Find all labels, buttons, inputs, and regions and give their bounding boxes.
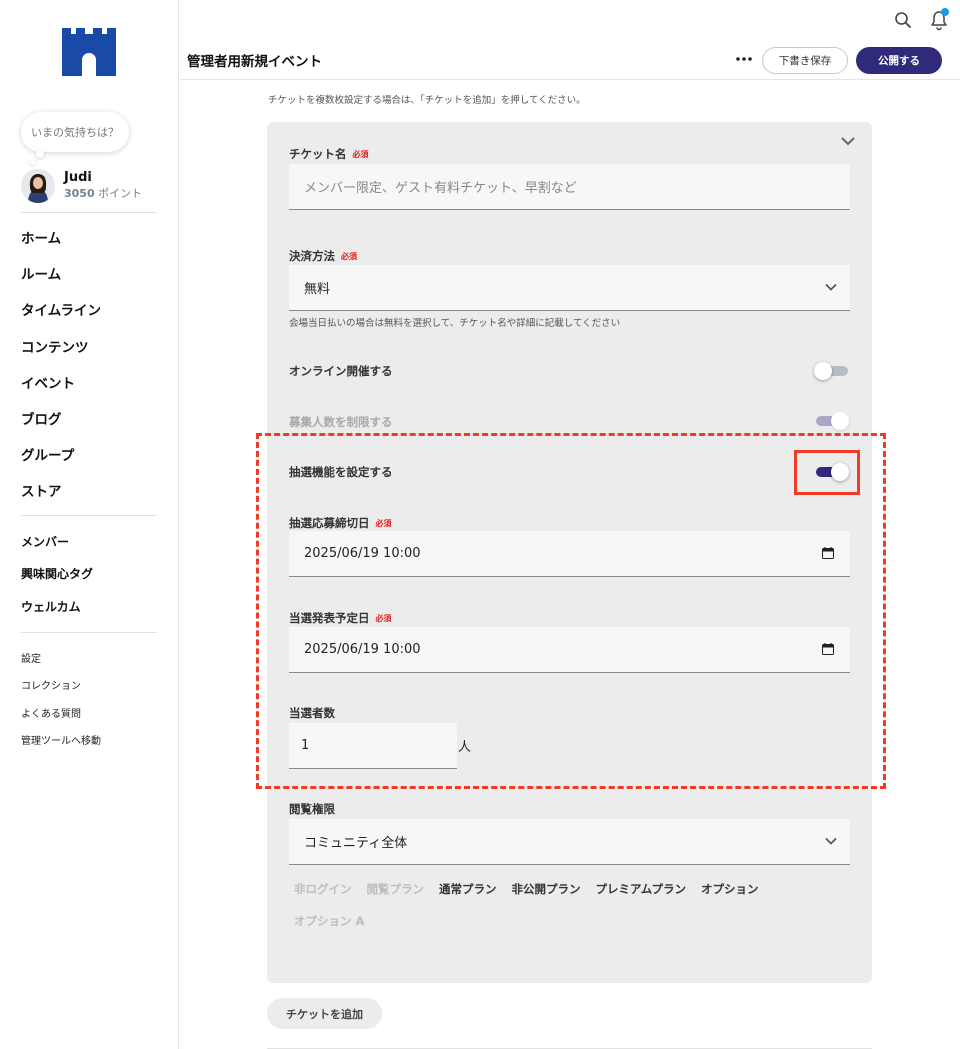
plan-chip-private[interactable]: 非公開プラン — [507, 877, 586, 901]
announce-date-label-text: 当選発表予定日 — [289, 611, 370, 625]
nav-item-room[interactable]: ルーム — [21, 255, 101, 291]
winners-count-unit: 人 — [458, 740, 472, 755]
chevron-down-icon[interactable] — [839, 132, 857, 150]
online-event-toggle[interactable] — [814, 361, 850, 381]
search-icon[interactable] — [893, 10, 913, 30]
calendar-icon[interactable] — [822, 547, 834, 559]
lottery-deadline-label: 抽選応募締切日 必須 — [289, 515, 392, 531]
top-header: 管理者用新規イベント 下書き保存 公開する — [180, 0, 960, 80]
lottery-deadline-label-text: 抽選応募締切日 — [289, 516, 370, 530]
nav-item-admin-tools[interactable]: 管理ツールへ移動 — [21, 726, 101, 753]
secondary-nav: メンバー 興味関心タグ ウェルカム — [21, 525, 93, 623]
payment-method-select[interactable]: 無料 — [289, 265, 850, 311]
chevron-down-icon — [825, 837, 837, 845]
winners-count-label-text: 当選者数 — [289, 706, 335, 720]
chevron-down-icon — [825, 283, 837, 291]
divider — [21, 212, 157, 213]
add-ticket-button[interactable]: チケットを追加 — [267, 998, 382, 1029]
winners-count-value: 1 — [301, 738, 310, 753]
payment-method-value: 無料 — [304, 282, 331, 297]
points-value: 3050 — [64, 187, 95, 200]
divider — [21, 515, 157, 516]
lottery-deadline-value: 2025/06/19 10:00 — [304, 546, 421, 561]
payment-method-label: 決済方法 必須 — [289, 248, 357, 264]
lottery-deadline-input[interactable]: 2025/06/19 10:00 — [289, 531, 850, 577]
limit-capacity-toggle[interactable] — [814, 411, 850, 431]
nav-item-events[interactable]: イベント — [21, 364, 101, 400]
nav-item-group[interactable]: グループ — [21, 436, 101, 472]
mood-prompt-bubble[interactable]: いまの気持ちは？ — [21, 112, 129, 152]
nav-item-members[interactable]: メンバー — [21, 525, 93, 558]
ticket-name-label-text: チケット名 — [289, 147, 347, 161]
payment-method-label-text: 決済方法 — [289, 249, 335, 263]
plan-chip-view[interactable]: 閲覧プラン — [362, 877, 430, 901]
avatar — [21, 169, 55, 203]
toggle-knob — [831, 412, 849, 430]
nav-item-timeline[interactable]: タイムライン — [21, 291, 101, 327]
required-tag: 必須 — [375, 518, 392, 528]
avatar-portrait-icon — [21, 169, 55, 203]
plan-chip-non-login[interactable]: 非ログイン — [289, 877, 357, 901]
nav-item-store[interactable]: ストア — [21, 472, 101, 508]
online-event-label: オンライン開催する — [289, 364, 393, 378]
main-nav: ホーム ルーム タイムライン コンテンツ イベント ブログ グループ ストア — [21, 219, 101, 509]
divider — [21, 632, 157, 633]
winners-count-label: 当選者数 — [289, 705, 335, 721]
save-draft-button[interactable]: 下書き保存 — [762, 47, 848, 74]
required-tag: 必須 — [341, 251, 357, 261]
limit-capacity-label: 募集人数を制限する — [289, 415, 393, 429]
lottery-toggle[interactable] — [814, 462, 850, 482]
nav-item-blog[interactable]: ブログ — [21, 400, 101, 436]
nav-item-contents[interactable]: コンテンツ — [21, 328, 101, 364]
bubble-tail — [36, 150, 44, 158]
mood-prompt-text: いまの気持ちは？ — [31, 126, 119, 139]
visibility-select[interactable]: コミュニティ全体 — [289, 819, 850, 865]
sidebar: いまの気持ちは？ Judi 3050 ポイント ホーム ルーム タイムライン コ… — [0, 0, 179, 1049]
page-title: 管理者用新規イベント — [187, 54, 322, 70]
visibility-label-text: 閲覧権限 — [289, 802, 335, 816]
nav-item-settings[interactable]: 設定 — [21, 644, 101, 671]
notification-dot — [941, 8, 949, 16]
announce-date-input[interactable]: 2025/06/19 10:00 — [289, 627, 850, 673]
nav-item-home[interactable]: ホーム — [21, 219, 101, 255]
calendar-icon[interactable] — [822, 643, 834, 655]
announce-date-value: 2025/06/19 10:00 — [304, 642, 421, 657]
winners-count-input[interactable]: 1 — [289, 723, 457, 769]
ticket-name-label: チケット名 必須 — [289, 146, 369, 162]
nav-item-collection[interactable]: コレクション — [21, 671, 101, 698]
utility-nav: 設定 コレクション よくある質問 管理ツールへ移動 — [21, 644, 101, 753]
ticket-name-input[interactable]: メンバー限定、ゲスト有料チケット、早割など — [289, 164, 850, 210]
lottery-label: 抽選機能を設定する — [289, 465, 393, 479]
castle-logo-icon[interactable] — [62, 28, 116, 76]
plan-chip-standard[interactable]: 通常プラン — [434, 877, 502, 901]
toggle-knob — [831, 463, 849, 481]
plan-chip-premium[interactable]: プレミアムプラン — [591, 877, 692, 901]
required-tag: 必須 — [375, 613, 392, 623]
required-tag: 必須 — [352, 149, 369, 159]
ellipsis-icon — [736, 57, 752, 61]
visibility-value: コミュニティ全体 — [304, 836, 408, 851]
multi-ticket-hint: チケットを複数枚設定する場合は、「チケットを追加」を押してください。 — [268, 95, 586, 106]
payment-method-hint: 会場当日払いの場合は無料を選択して、チケット名や詳細に記載してください — [289, 318, 621, 329]
user-name: Judi — [64, 170, 92, 185]
visibility-label: 閲覧権限 — [289, 801, 335, 817]
toggle-knob — [814, 362, 832, 380]
points-unit: ポイント — [98, 187, 143, 200]
announce-date-label: 当選発表予定日 必須 — [289, 610, 392, 626]
user-points: 3050 ポイント — [64, 186, 142, 202]
bubble-tail-small — [30, 160, 35, 165]
nav-item-faq[interactable]: よくある質問 — [21, 699, 101, 726]
user-profile[interactable]: Judi 3050 ポイント — [21, 168, 142, 204]
nav-item-welcome[interactable]: ウェルカム — [21, 590, 93, 623]
more-icon[interactable] — [734, 49, 754, 69]
publish-button[interactable]: 公開する — [856, 47, 942, 74]
plan-chip-option[interactable]: オプション — [696, 877, 764, 901]
ticket-name-placeholder: メンバー限定、ゲスト有料チケット、早割など — [304, 181, 577, 196]
nav-item-interest-tags[interactable]: 興味関心タグ — [21, 558, 93, 591]
plan-chip-option-a[interactable]: オプション A — [289, 909, 369, 933]
plan-chips: 非ログイン 閲覧プラン 通常プラン 非公開プラン プレミアムプラン オプション … — [289, 873, 849, 937]
